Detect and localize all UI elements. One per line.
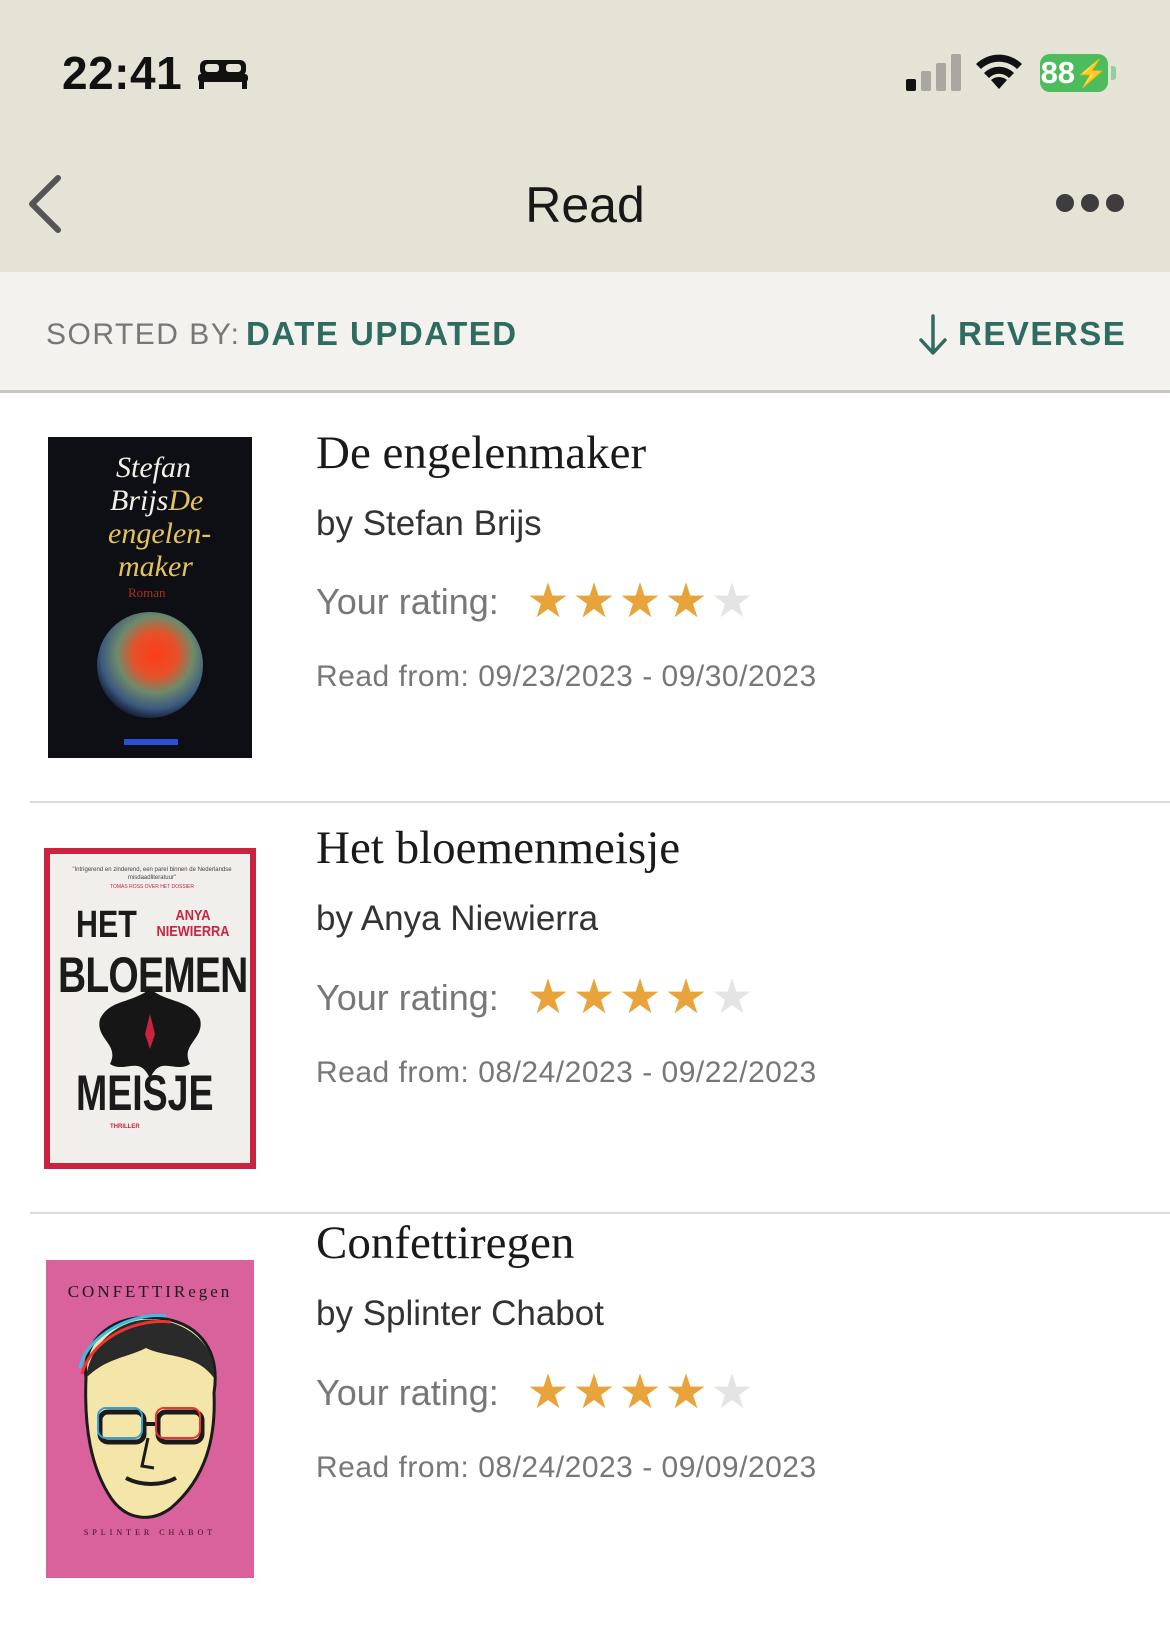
- star-empty-icon[interactable]: ★: [709, 578, 755, 626]
- star-rating[interactable]: ★ ★ ★ ★ ★: [525, 1369, 755, 1417]
- battery-cap: [1111, 66, 1116, 80]
- read-dates: Read from: 09/23/2023 - 09/30/2023: [316, 660, 817, 693]
- star-filled-icon[interactable]: ★: [617, 578, 663, 626]
- cover-author-first: ANYA: [175, 907, 211, 924]
- book-row[interactable]: CONFETTIRegen SPLINTER CHABOT Confettire…: [0, 1214, 1170, 1625]
- arrow-down-icon[interactable]: [916, 312, 950, 358]
- star-filled-icon[interactable]: ★: [663, 1369, 709, 1417]
- rating-label: Your rating:: [316, 581, 499, 622]
- rating-label: Your rating:: [316, 977, 499, 1018]
- sort-label: SORTED BY:: [46, 318, 241, 351]
- read-dates: Read from: 08/24/2023 - 09/09/2023: [316, 1451, 817, 1484]
- star-filled-icon[interactable]: ★: [663, 974, 709, 1022]
- cover-author-last: Brijs: [110, 484, 169, 517]
- cover-art: [78, 1314, 217, 1519]
- status-time: 22:41: [62, 47, 183, 99]
- read-dates: Read from: 08/24/2023 - 09/22/2023: [316, 1056, 817, 1089]
- star-filled-icon[interactable]: ★: [663, 578, 709, 626]
- star-filled-icon[interactable]: ★: [571, 578, 617, 626]
- cover-quote: "Intrigerend en zinderend, een parel bin…: [72, 867, 232, 881]
- battery-level: 88: [1040, 55, 1076, 90]
- star-empty-icon[interactable]: ★: [709, 1369, 755, 1417]
- book-cover[interactable]: Stefan BrijsDe engelen- maker Roman: [48, 437, 252, 758]
- cover-title-1: De: [168, 484, 204, 517]
- star-filled-icon[interactable]: ★: [525, 578, 571, 626]
- charging-bolt-icon: ⚡: [1075, 57, 1108, 88]
- star-rating[interactable]: ★ ★ ★ ★ ★: [525, 578, 755, 626]
- star-filled-icon[interactable]: ★: [617, 974, 663, 1022]
- cover-title-word-1: HET: [76, 904, 137, 946]
- cellular-signal-icon: [906, 54, 961, 91]
- star-rating[interactable]: ★ ★ ★ ★ ★: [525, 974, 755, 1022]
- cover-author-last: NIEWIERRA: [156, 923, 230, 940]
- sort-field-button[interactable]: DATE UPDATED: [246, 315, 518, 353]
- page-title: Read: [525, 177, 645, 233]
- cover-title-2: engelen-: [108, 517, 212, 550]
- book-author[interactable]: by Splinter Chabot: [316, 1294, 604, 1334]
- cover-title-word-3: MEISJE: [76, 1065, 214, 1121]
- wifi-icon: [976, 54, 1022, 89]
- star-filled-icon[interactable]: ★: [525, 1369, 571, 1417]
- cover-genre: THRILLER: [110, 1124, 140, 1130]
- cover-author-first: Stefan: [116, 451, 191, 484]
- sleep-focus-icon: [198, 60, 248, 89]
- book-author[interactable]: by Anya Niewierra: [316, 899, 598, 939]
- book-title[interactable]: Het bloemenmeisje: [316, 821, 680, 875]
- book-title[interactable]: Confettiregen: [316, 1216, 574, 1270]
- sort-bar: SORTED BY: DATE UPDATED REVERSE: [0, 272, 1170, 393]
- book-row[interactable]: Stefan BrijsDe engelen- maker Roman De e…: [0, 392, 1170, 803]
- cover-subtitle: Roman: [128, 585, 166, 600]
- book-row[interactable]: "Intrigerend en zinderend, een parel bin…: [0, 803, 1170, 1214]
- star-filled-icon[interactable]: ★: [571, 974, 617, 1022]
- star-filled-icon[interactable]: ★: [617, 1369, 663, 1417]
- star-filled-icon[interactable]: ★: [571, 1369, 617, 1417]
- cover-title-3: maker: [118, 550, 193, 583]
- cover-author: SPLINTER CHABOT: [83, 1528, 217, 1537]
- reverse-sort-button[interactable]: REVERSE: [958, 315, 1126, 353]
- cover-title: CONFETTIRegen: [67, 1282, 233, 1301]
- cover-quote-source: TOMAS ROSS OVER HET DOSSIER: [110, 884, 194, 890]
- book-title[interactable]: De engelenmaker: [316, 426, 646, 480]
- rating-label: Your rating:: [316, 1372, 499, 1413]
- battery-icon: 88 ⚡: [1040, 54, 1108, 92]
- book-author[interactable]: by Stefan Brijs: [316, 504, 542, 544]
- book-cover[interactable]: "Intrigerend en zinderend, een parel bin…: [44, 848, 256, 1169]
- star-empty-icon[interactable]: ★: [709, 974, 755, 1022]
- book-cover[interactable]: CONFETTIRegen SPLINTER CHABOT: [46, 1260, 254, 1578]
- more-options-icon[interactable]: [1056, 194, 1124, 214]
- star-filled-icon[interactable]: ★: [525, 974, 571, 1022]
- top-bar: 22:41 88 ⚡ Read: [0, 0, 1170, 272]
